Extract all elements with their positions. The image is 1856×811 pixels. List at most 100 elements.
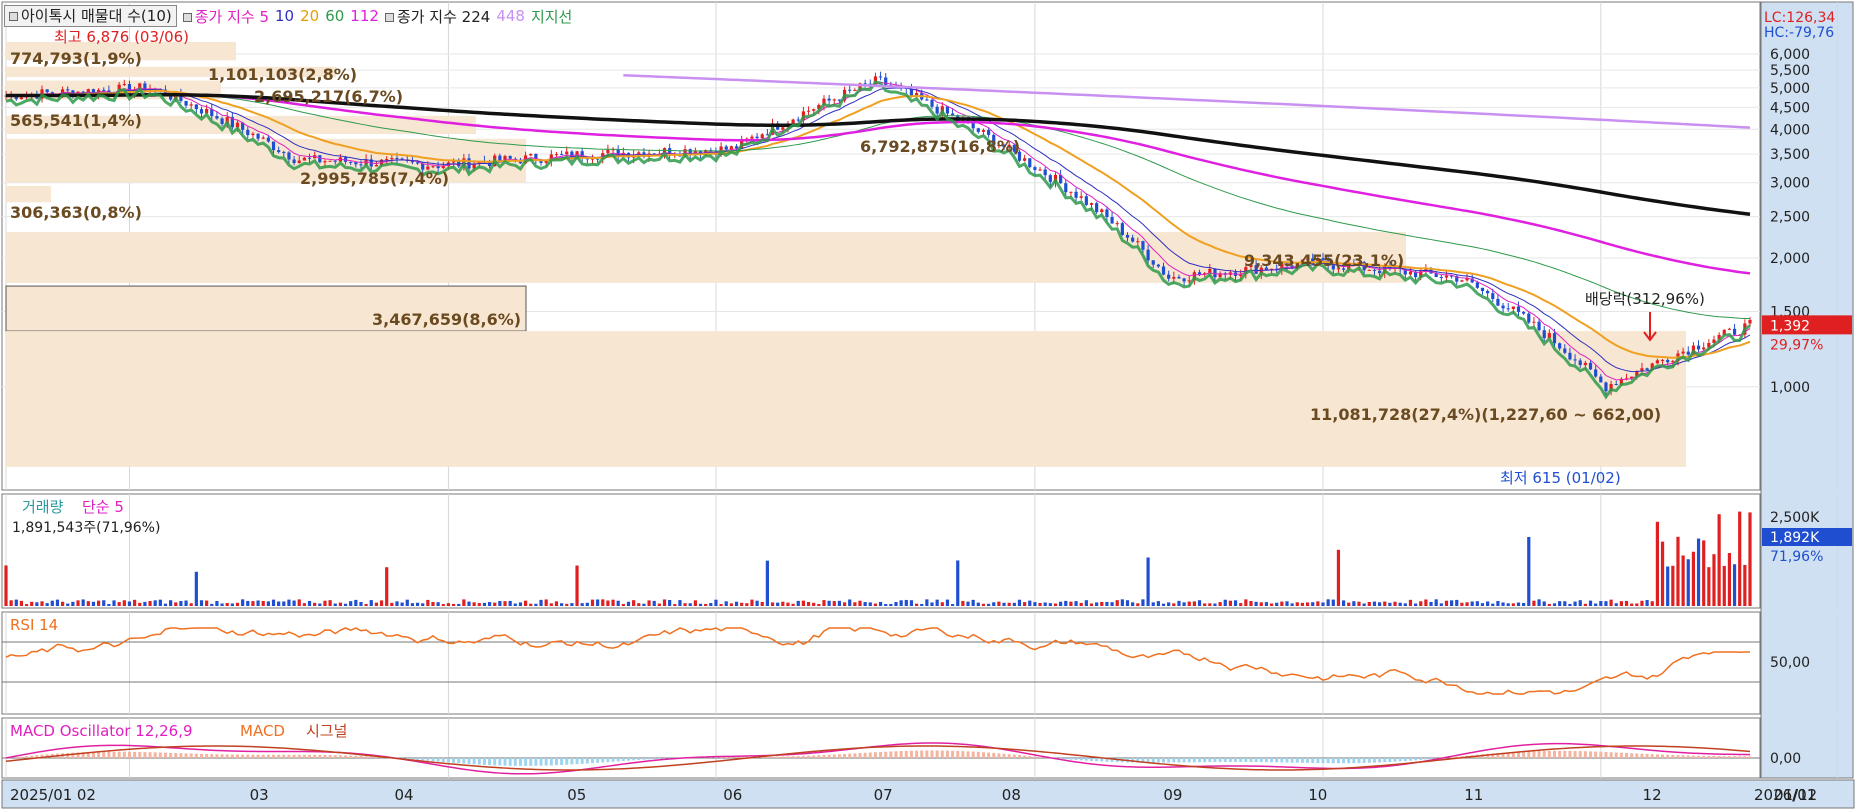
macd-osc-bar: [1007, 754, 1011, 758]
macd-osc-bar: [117, 751, 121, 758]
macd-osc-bar: [349, 755, 353, 758]
volume-bar: [1424, 599, 1428, 606]
macd-osc-bar: [148, 752, 152, 758]
macd-osc-bar: [596, 758, 600, 763]
macd-osc-bar: [1619, 752, 1623, 758]
ma112-label: 112: [350, 7, 379, 25]
volume-profile-button[interactable]: 아이톡시 매물대 수(10): [4, 5, 177, 27]
macd-osc-bar: [1089, 758, 1093, 761]
volume-bar: [35, 602, 39, 606]
macd-osc-bar: [1280, 758, 1284, 763]
candle: [1182, 278, 1186, 282]
volume-bar: [791, 603, 795, 606]
macd-osc-bar: [945, 750, 949, 758]
macd-osc-bar: [194, 753, 198, 758]
volume-bar: [1486, 601, 1490, 606]
volume-bar: [565, 603, 569, 606]
volume-bar: [1732, 564, 1737, 606]
volume-profile-label: 306,363(0,8%): [10, 203, 142, 222]
volume-bar: [1290, 603, 1294, 606]
macd-osc-bar: [272, 754, 276, 758]
volume-bar: [1125, 600, 1130, 606]
macd-osc-bar: [729, 757, 733, 758]
macd-osc-bar: [966, 751, 970, 758]
volume-bar: [662, 599, 667, 606]
ma224-legend[interactable]: 종가 지수 224: [384, 6, 490, 27]
candle: [1666, 359, 1670, 363]
volume-bar: [884, 604, 888, 606]
macd-osc-bar: [1331, 758, 1335, 764]
macd-osc-bar: [832, 754, 836, 758]
macd-osc-bar: [97, 751, 101, 758]
volume-bar: [169, 600, 173, 606]
volume-bar: [1161, 603, 1166, 606]
macd-osc-bar: [292, 754, 296, 758]
volume-bar: [1326, 599, 1330, 606]
macd-osc-bar: [1156, 758, 1160, 763]
macd-osc-bar: [163, 752, 167, 758]
candle: [282, 152, 286, 154]
macd-osc-bar: [1594, 751, 1598, 758]
candle: [560, 154, 564, 156]
macd-osc-bar: [1450, 757, 1454, 758]
volume-bar: [1295, 602, 1299, 606]
macd-osc-bar: [1661, 754, 1665, 758]
macd-osc-bar: [452, 758, 456, 763]
volume-bar: [1630, 603, 1634, 606]
volume-bar: [745, 603, 749, 606]
volume-bar: [30, 601, 34, 606]
volume-bar: [1547, 603, 1551, 606]
volume-bar: [158, 599, 162, 606]
volume-bar: [1691, 551, 1696, 606]
volume-bar: [863, 602, 867, 606]
volume-bar: [920, 603, 924, 606]
candle: [1377, 270, 1382, 274]
volume-bar: [827, 600, 831, 606]
macd-osc-bar: [318, 754, 322, 758]
candle: [1686, 351, 1690, 355]
volume-bar: [184, 600, 188, 606]
candle: [1486, 290, 1490, 294]
volume-bar: [1372, 601, 1377, 606]
candle: [1511, 306, 1515, 310]
volume-profile-label: 11,081,728(27,4%)(1,227,60 ~ 662,00): [1310, 405, 1661, 424]
volume-bar: [678, 600, 682, 606]
checkbox-icon[interactable]: [384, 12, 394, 22]
macd-osc-bar: [1321, 758, 1325, 764]
volume-profile-bar: [6, 185, 51, 203]
macd-osc-bar: [1362, 758, 1366, 763]
change-pct-label: 29,97%: [1770, 337, 1823, 353]
volume-bar: [1084, 600, 1088, 606]
macd-osc-bar: [1218, 758, 1222, 763]
volume-bar: [596, 599, 600, 606]
volume-bar: [1115, 600, 1119, 606]
volume-bar: [950, 604, 955, 606]
volume-bar: [60, 601, 65, 606]
candle: [565, 151, 569, 155]
checkbox-icon[interactable]: [9, 12, 18, 21]
candle: [374, 165, 379, 167]
macd-osc-bar: [807, 755, 811, 758]
macd-osc-bar: [575, 758, 579, 765]
macd-osc-bar: [909, 750, 913, 758]
volume-bar: [40, 601, 44, 606]
macd-osc-bar: [1084, 758, 1088, 761]
stock-chart: LC:126,34HC:-79,76 6,0005,500 5,000 4,500 4,…: [1, 1, 1855, 809]
macd-osc-bar: [1372, 758, 1376, 763]
macd-osc-bar: [1583, 751, 1587, 758]
candle: [1131, 237, 1135, 242]
volume-bar: [1316, 601, 1320, 606]
y-tick-label: 3,500: [1770, 147, 1810, 163]
volume-bar: [1197, 600, 1202, 606]
candle: [508, 156, 512, 159]
ma-legend[interactable]: 종가 지수 5: [182, 6, 269, 27]
volume-bar: [647, 600, 651, 606]
macd-osc-bar: [503, 758, 507, 766]
volume-bar: [1208, 603, 1212, 606]
checkbox-icon[interactable]: [182, 12, 192, 22]
volume-bar: [683, 603, 687, 606]
macd-osc-bar: [1270, 758, 1274, 763]
macd-osc-bar: [920, 750, 924, 758]
volume-bar: [1280, 601, 1284, 606]
macd-osc-bar: [1527, 751, 1531, 758]
